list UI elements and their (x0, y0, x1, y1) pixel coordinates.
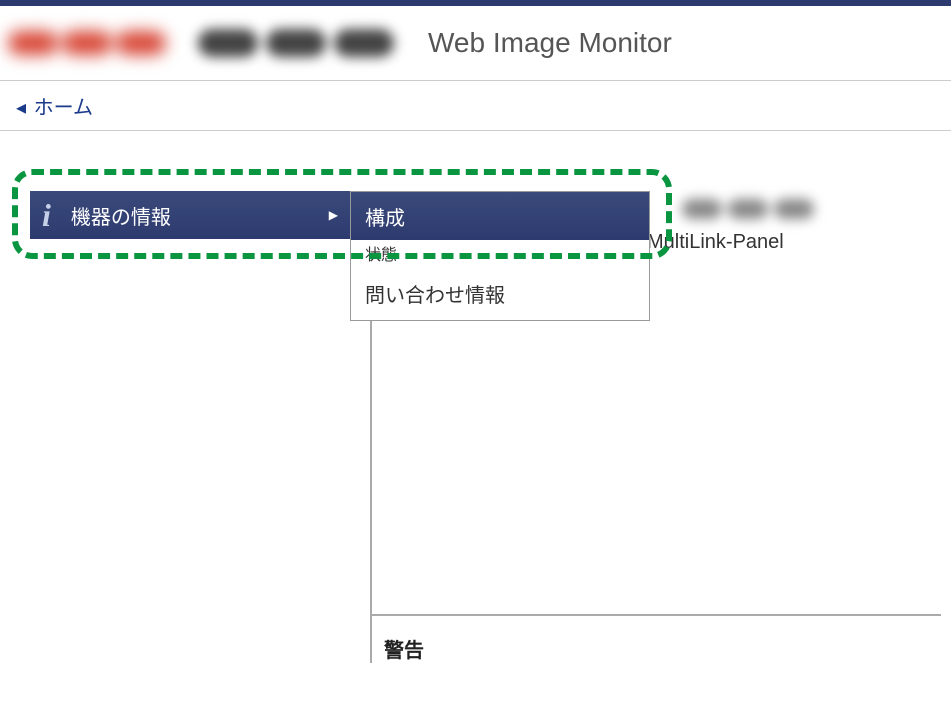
header: Web Image Monitor (0, 6, 951, 81)
submenu-item-label: 構成 (365, 202, 405, 231)
submenu-item-status[interactable]: 状態 (351, 240, 649, 266)
breadcrumb-arrow-icon: ◂ (16, 97, 26, 119)
submenu-item-inquiry[interactable]: 問い合わせ情報 (351, 266, 649, 320)
menu-device-info-label: 機器の情報 (71, 201, 171, 230)
app-title: Web Image Monitor (428, 27, 672, 59)
menu-device-info[interactable]: i 機器の情報 ▶ (30, 191, 350, 239)
submenu-item-label: 問い合わせ情報 (365, 279, 505, 308)
brand-logo-redacted (8, 18, 188, 68)
breadcrumb-home-link[interactable]: ホーム (34, 97, 93, 119)
warning-section: 警告 (372, 614, 941, 663)
submenu: 構成 状態 問い合わせ情報 (350, 191, 650, 321)
submenu-item-configuration[interactable]: 構成 (351, 192, 649, 240)
submenu-item-label: 状態 (365, 241, 397, 265)
info-icon: i (42, 197, 51, 234)
submenu-arrow-icon: ▶ (329, 208, 338, 222)
warning-heading: 警告 (384, 634, 941, 663)
content-area: i 機器の情報 ▶ 構成 状態 問い合わせ情報 MultiLink-Panel … (0, 131, 951, 181)
model-name-redacted (198, 23, 418, 63)
breadcrumb: ◂ ホーム (0, 81, 951, 131)
panel-header-redacted (682, 199, 862, 229)
